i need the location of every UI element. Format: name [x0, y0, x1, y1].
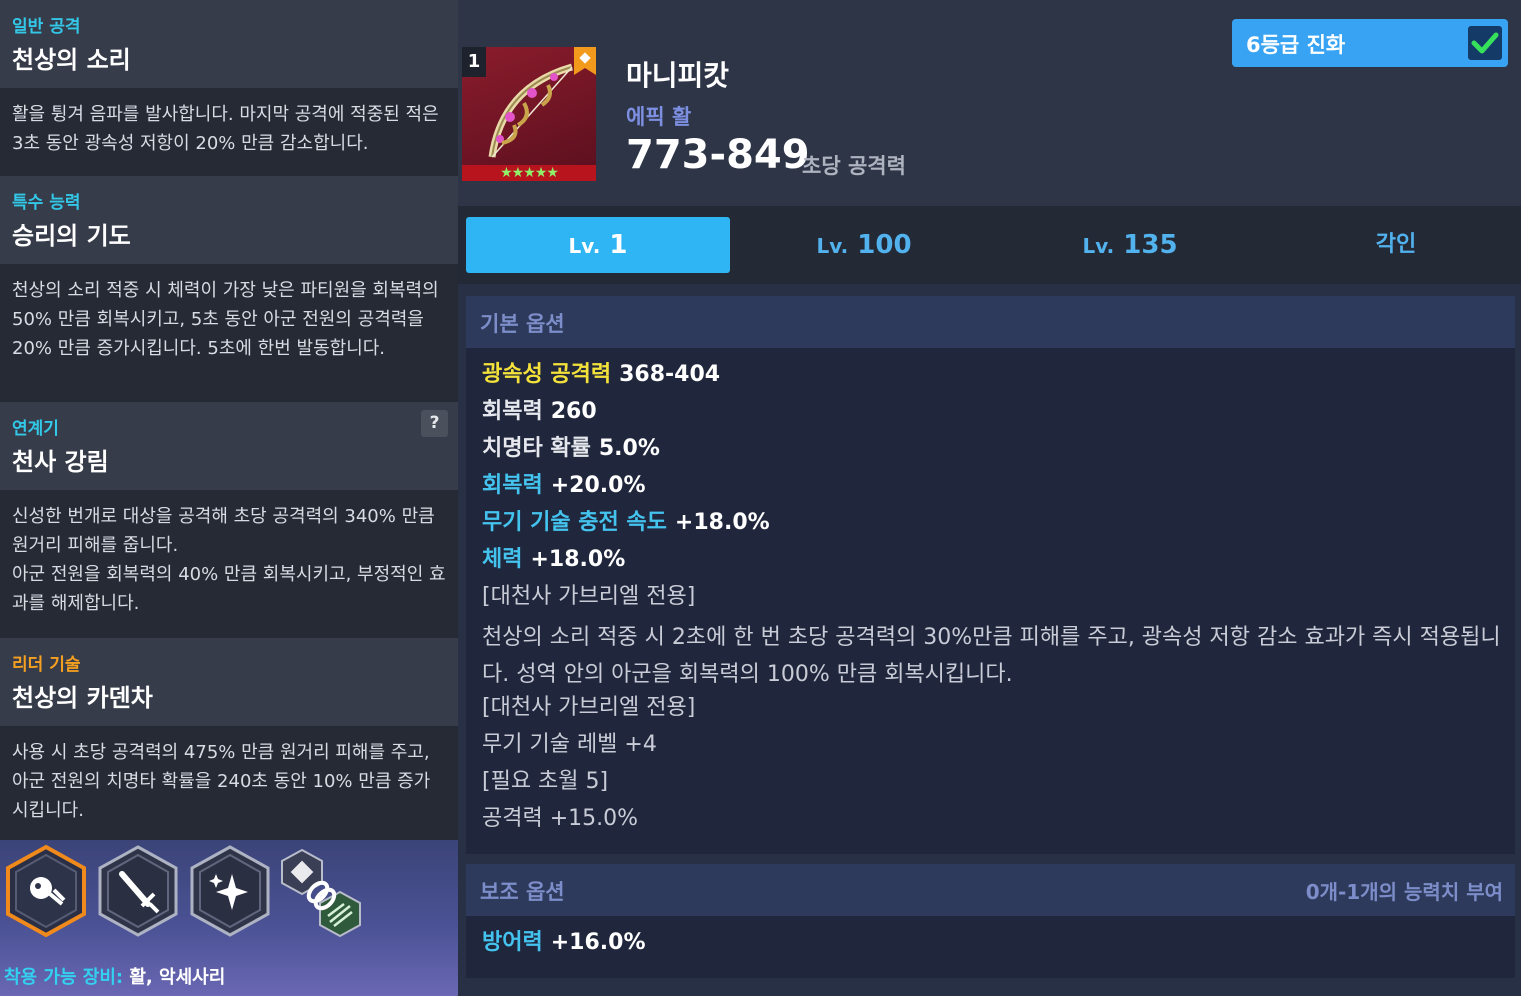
- stat-value: 368-404: [619, 362, 721, 387]
- stat-value: 5.0%: [598, 436, 660, 461]
- skill-header-chain: 연계기 천사 강림 ?: [0, 402, 458, 490]
- section-header: 기본 옵션: [466, 296, 1515, 348]
- sparkle-skill-icon[interactable]: [188, 844, 272, 938]
- skill-level-bonus: 무기 기술 레벨 +4: [482, 732, 657, 757]
- skill-name: 천상의 카덴차: [12, 684, 153, 712]
- exclusive-tag: [대천사 가브리엘 전용]: [482, 584, 696, 609]
- skill-body-special: 천상의 소리 적중 시 체력이 가장 낮은 파티원을 회복력의 50% 만큼 회…: [0, 264, 458, 402]
- checkbox[interactable]: [1468, 26, 1502, 60]
- attack-bonus: 공격력 +15.0%: [482, 806, 639, 831]
- skill-header-leader: 리더 기술 천상의 카덴차: [0, 638, 458, 726]
- stat-value: +16.0%: [550, 930, 646, 955]
- stat-row: 방어력 +16.0%: [482, 928, 646, 958]
- stat-row: 회복력 260: [482, 397, 597, 427]
- chain-link-icon[interactable]: [278, 848, 368, 940]
- exclusive-effect: 천상의 소리 적중 시 2초에 한 번 초당 공격력의 30%만큼 피해를 주고…: [482, 625, 1501, 687]
- evolve-toggle[interactable]: 6등급 진화: [1232, 19, 1508, 67]
- stat-key: 회복력: [482, 399, 543, 424]
- tab-value: 1: [609, 230, 628, 260]
- skill-body-leader: 사용 시 초당 공격력의 475% 만큼 원거리 피해를 주고, 아군 전원의 …: [0, 726, 458, 840]
- skill-type-label: 리더 기술: [12, 655, 81, 675]
- section-title: 기본 옵션: [480, 312, 565, 336]
- stat-row: 회복력 +20.0%: [482, 471, 646, 501]
- skill-panel: 일반 공격 천상의 소리 활을 튕겨 음파를 발사합니다. 마지막 공격에 적중…: [0, 0, 458, 996]
- skill-description: 사용 시 초당 공격력의 475% 만큼 원거리 피해를 주고, 아군 전원의 …: [12, 742, 431, 821]
- tab-prefix: Lv.: [1082, 234, 1115, 258]
- skill-type-label: 특수 능력: [12, 193, 81, 213]
- stat-key: 무기 기술 충전 속도: [482, 510, 667, 535]
- tab-lv-135[interactable]: Lv. 135: [998, 217, 1262, 273]
- section-title: 보조 옵션: [480, 880, 565, 904]
- requirement-tag: [필요 초월 5]: [482, 769, 609, 794]
- stat-key: 회복력: [482, 473, 543, 498]
- stat-value: +20.0%: [550, 473, 646, 498]
- tab-value: 100: [857, 230, 912, 260]
- stat-key: 방어력: [482, 930, 543, 955]
- rank-badge-icon: [574, 47, 596, 75]
- weapon-grade: 에픽 활: [626, 105, 692, 129]
- stat-value: +18.0%: [530, 547, 626, 572]
- equipment-info: 착용 가능 장비: 활, 악세사리: [4, 963, 225, 989]
- weapon-name: 마니피캇: [626, 59, 730, 92]
- weapon-attack-label: 초당 공격력: [802, 154, 906, 178]
- stat-value: 260: [550, 399, 597, 424]
- tab-prefix: Lv.: [568, 234, 601, 258]
- section-note: 0개-1개의 능력치 부여: [1305, 880, 1503, 904]
- skill-body-chain: 신성한 번개로 대상을 공격해 초당 공격력의 340% 만큼 원거리 피해를 …: [0, 490, 458, 638]
- tab-lv-1[interactable]: Lv. 1: [466, 217, 730, 273]
- skill-type-label: 연계기: [12, 419, 59, 439]
- skill-header-normal-attack: 일반 공격 천상의 소리: [0, 0, 458, 88]
- stat-row: 치명타 확률 5.0%: [482, 434, 660, 464]
- skill-type-label: 일반 공격: [12, 17, 81, 37]
- skill-description: 활을 튕겨 음파를 발사합니다. 마지막 공격에 적중된 적은 3초 동안 광속…: [12, 104, 439, 154]
- sub-options-section: 보조 옵션 0개-1개의 능력치 부여 방어력 +16.0%: [466, 864, 1515, 978]
- star-rating: ★★★★★: [462, 165, 596, 181]
- equipment-area: 착용 가능 장비: 활, 악세사리: [0, 840, 458, 996]
- skill-header-special: 특수 능력 승리의 기도: [0, 176, 458, 264]
- stat-key: 광속성 공격력: [482, 362, 612, 387]
- weapon-thumbnail[interactable]: 1 ★★★★★: [462, 47, 596, 181]
- weapon-header: 1 ★★★★★ 마니피캇 에픽 활 773-849 초당 공격력 6등급 진화: [458, 0, 1521, 206]
- evolve-label: 6등급 진화: [1246, 33, 1346, 57]
- help-button[interactable]: ?: [421, 410, 448, 437]
- stat-key: 체력: [482, 547, 523, 572]
- stat-key: 치명타 확률: [482, 436, 591, 461]
- skill-description: 천상의 소리 적중 시 체력이 가장 낮은 파티원을 회복력의 50% 만큼 회…: [12, 280, 439, 359]
- skill-body-normal-attack: 활을 튕겨 음파를 발사합니다. 마지막 공격에 적중된 적은 3초 동안 광속…: [0, 88, 458, 176]
- skill-name: 천사 강림: [12, 448, 109, 476]
- equipment-label: 착용 가능 장비:: [4, 967, 124, 988]
- skill-name: 승리의 기도: [12, 222, 131, 250]
- basic-options-section: 기본 옵션 광속성 공격력 368-404 회복력 260 치명타 확률 5.0% 회…: [466, 296, 1515, 854]
- stat-row: 무기 기술 충전 속도 +18.0%: [482, 508, 770, 538]
- checkmark-icon: [1471, 32, 1499, 54]
- tab-value: 각인: [1375, 232, 1417, 257]
- stat-row: 광속성 공격력 368-404: [482, 360, 720, 390]
- level-tabs: Lv. 1 Lv. 100 Lv. 135 각인: [458, 206, 1521, 284]
- stat-value: +18.0%: [674, 510, 770, 535]
- sword-skill-icon[interactable]: [96, 844, 180, 938]
- tab-value: 135: [1123, 230, 1178, 260]
- equipment-value: 활, 악세사리: [129, 967, 226, 988]
- weapon-attack-value: 773-849: [626, 132, 810, 178]
- tab-prefix: Lv.: [816, 234, 849, 258]
- section-header: 보조 옵션 0개-1개의 능력치 부여: [466, 864, 1515, 916]
- skill-name: 천상의 소리: [12, 46, 131, 74]
- bow-skill-icon[interactable]: [4, 844, 88, 938]
- skill-description: 신성한 번개로 대상을 공격해 초당 공격력의 340% 만큼 원거리 피해를 …: [12, 506, 446, 614]
- weapon-detail-panel: 1 ★★★★★ 마니피캇 에픽 활 773-849 초당 공격력 6등급 진화 …: [458, 0, 1521, 996]
- tab-engrave[interactable]: 각인: [1264, 217, 1521, 273]
- tab-lv-100[interactable]: Lv. 100: [732, 217, 996, 273]
- exclusive-tag: [대천사 가브리엘 전용]: [482, 695, 696, 720]
- slot-number: 1: [462, 47, 486, 77]
- stat-row: 체력 +18.0%: [482, 545, 625, 575]
